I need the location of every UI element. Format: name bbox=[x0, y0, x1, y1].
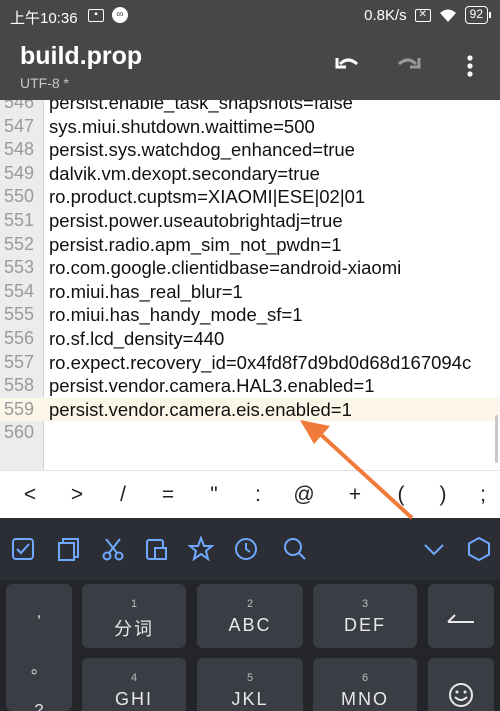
line-number: 554 bbox=[4, 280, 35, 301]
line-number: 547 bbox=[4, 115, 35, 136]
symbol-key[interactable]: = bbox=[153, 483, 183, 507]
symbol-key[interactable]: < bbox=[15, 483, 45, 507]
symbol-key[interactable]: / bbox=[108, 483, 138, 507]
line-text[interactable]: dalvik.vm.dexopt.secondary=true bbox=[49, 162, 320, 186]
status-time: 上午10:36 bbox=[10, 10, 78, 27]
question-key[interactable]: ? bbox=[6, 702, 72, 711]
line-number: 560 bbox=[4, 422, 35, 443]
wifi-icon bbox=[439, 9, 456, 22]
line-text[interactable]: persist.enable_task_snapshots=false bbox=[49, 100, 353, 115]
more-vert-icon[interactable] bbox=[454, 50, 486, 82]
code-line[interactable]: 554 ro.miui.has_real_blur=1 bbox=[0, 280, 500, 304]
code-line[interactable]: 551 persist.power.useautobrightadj=true bbox=[0, 209, 500, 233]
battery-icon: 92 bbox=[464, 6, 492, 24]
line-number: 553 bbox=[4, 257, 35, 278]
scrollbar[interactable] bbox=[495, 415, 498, 463]
backspace-key[interactable] bbox=[428, 584, 494, 648]
key-1[interactable]: 1 分词 bbox=[82, 584, 186, 648]
app-bar: build.prop UTF-8 * bbox=[0, 32, 500, 100]
line-text[interactable]: persist.power.useautobrightadj=true bbox=[49, 209, 343, 233]
symbol-key[interactable]: " bbox=[199, 483, 229, 507]
symbol-key[interactable]: + bbox=[340, 483, 370, 507]
code-line[interactable]: 553 ro.com.google.clientidbase=android-xi… bbox=[0, 256, 500, 280]
star-icon[interactable] bbox=[188, 536, 214, 562]
sim-icon: ▪ bbox=[88, 8, 104, 22]
line-text[interactable]: ro.miui.has_real_blur=1 bbox=[49, 280, 243, 304]
key-4[interactable]: 4 GHI bbox=[82, 658, 186, 711]
key-5[interactable]: 5 JKL bbox=[197, 658, 303, 711]
line-text[interactable]: persist.radio.apm_sim_not_pwdn=1 bbox=[49, 233, 342, 257]
key-2[interactable]: 2 ABC bbox=[197, 584, 303, 648]
clock-icon[interactable] bbox=[233, 536, 259, 562]
line-text[interactable]: persist.vendor.camera.eis.enabled=1 bbox=[49, 398, 352, 422]
code-line[interactable]: 558 persist.vendor.camera.HAL3.enabled=1 bbox=[0, 374, 500, 398]
line-number: 557 bbox=[4, 351, 35, 372]
backspace-icon bbox=[447, 614, 474, 623]
symbol-key[interactable]: ; bbox=[468, 483, 498, 507]
emoji-icon bbox=[449, 683, 473, 707]
punctuation-column[interactable]: , 。 ? bbox=[6, 584, 72, 711]
keyboard-toolbar bbox=[0, 518, 500, 580]
code-line[interactable]: 552 persist.radio.apm_sim_not_pwdn=1 bbox=[0, 233, 500, 257]
line-number: 555 bbox=[4, 304, 35, 325]
symbol-key[interactable]: @ bbox=[289, 483, 319, 507]
code-line[interactable]: 560 bbox=[0, 421, 500, 445]
checkbox-icon[interactable] bbox=[10, 536, 36, 562]
paste-icon[interactable] bbox=[143, 536, 169, 562]
code-line[interactable]: 549 dalvik.vm.dexopt.secondary=true bbox=[0, 162, 500, 186]
code-line[interactable]: 546 persist.enable_task_snapshots=false bbox=[0, 100, 500, 115]
line-text[interactable]: persist.sys.watchdog_enhanced=true bbox=[49, 138, 355, 162]
code-line[interactable]: 548 persist.sys.watchdog_enhanced=true bbox=[0, 138, 500, 162]
code-line[interactable]: 557 ro.expect.recovery_id=0x4fd8f7d9bd0d6… bbox=[0, 351, 500, 375]
line-number: 546 bbox=[4, 100, 35, 112]
line-text[interactable]: ro.miui.has_handy_mode_sf=1 bbox=[49, 303, 303, 327]
status-icons: ▪ ∞ bbox=[88, 7, 128, 23]
code-line[interactable]: 555 ro.miui.has_handy_mode_sf=1 bbox=[0, 303, 500, 327]
line-number: 556 bbox=[4, 328, 35, 348]
file-encoding: UTF-8 * bbox=[20, 75, 69, 91]
status-bar: 上午10:36 ▪ ∞ 0.8K/s ✕ 92 bbox=[0, 0, 500, 32]
key-6[interactable]: 6 MNO bbox=[313, 658, 417, 711]
search-icon[interactable] bbox=[282, 536, 308, 562]
symbol-key[interactable]: ) bbox=[428, 483, 458, 507]
comma-key[interactable]: , bbox=[6, 604, 72, 622]
period-key[interactable]: 。 bbox=[6, 654, 72, 678]
code-editor[interactable]: 546 persist.enable_task_snapshots=false 54… bbox=[0, 100, 500, 470]
code-line[interactable]: 559 persist.vendor.camera.eis.enabled=1 bbox=[0, 397, 500, 422]
code-line[interactable]: 556 ro.sf.lcd_density=440 bbox=[0, 327, 500, 351]
undo-icon[interactable] bbox=[332, 50, 364, 82]
code-line[interactable]: 550 ro.product.cuptsm=XIAOMI|ESE|02|01 bbox=[0, 185, 500, 209]
collapse-icon[interactable] bbox=[421, 536, 447, 562]
no-sim-icon: ✕ bbox=[414, 8, 431, 22]
net-speed: 0.8K/s bbox=[364, 6, 407, 24]
symbol-key[interactable]: ( bbox=[386, 483, 416, 507]
symbol-bar: < > / = ": @ + (); bbox=[0, 470, 500, 518]
hexagon-icon[interactable] bbox=[466, 536, 492, 562]
line-number: 550 bbox=[4, 186, 35, 207]
line-number: 552 bbox=[4, 233, 35, 254]
keyboard: , 。 ? 1 分词 2 ABC 3 DEF 4 GHI 5 JKL 6 MNO bbox=[0, 580, 500, 711]
notification-icon: ∞ bbox=[112, 7, 128, 23]
key-3[interactable]: 3 DEF bbox=[313, 584, 417, 648]
copy-icon[interactable] bbox=[56, 536, 82, 562]
status-right: 0.8K/s ✕ 92 bbox=[364, 6, 492, 24]
redo-icon[interactable] bbox=[392, 50, 424, 82]
line-number: 558 bbox=[4, 375, 35, 396]
line-text[interactable]: ro.com.google.clientidbase=android-xiaom… bbox=[49, 256, 401, 280]
symbol-key[interactable]: > bbox=[62, 483, 92, 507]
emoji-key[interactable] bbox=[428, 658, 494, 711]
line-text[interactable]: persist.vendor.camera.HAL3.enabled=1 bbox=[49, 374, 375, 398]
line-text[interactable]: ro.product.cuptsm=XIAOMI|ESE|02|01 bbox=[49, 185, 365, 209]
line-text[interactable]: ro.sf.lcd_density=440 bbox=[49, 327, 224, 351]
code-line[interactable]: 547 sys.miui.shutdown.waittime=500 bbox=[0, 115, 500, 139]
cut-icon[interactable] bbox=[100, 536, 126, 562]
line-number: 551 bbox=[4, 210, 35, 230]
line-text[interactable]: sys.miui.shutdown.waittime=500 bbox=[49, 115, 315, 139]
line-number: 559 bbox=[4, 398, 35, 419]
symbol-key[interactable]: : bbox=[243, 483, 273, 507]
line-number: 548 bbox=[4, 139, 35, 160]
line-text[interactable]: ro.expect.recovery_id=0x4fd8f7d9bd0d68d1… bbox=[49, 351, 471, 375]
file-title: build.prop bbox=[20, 42, 143, 70]
line-number: 549 bbox=[4, 162, 35, 183]
